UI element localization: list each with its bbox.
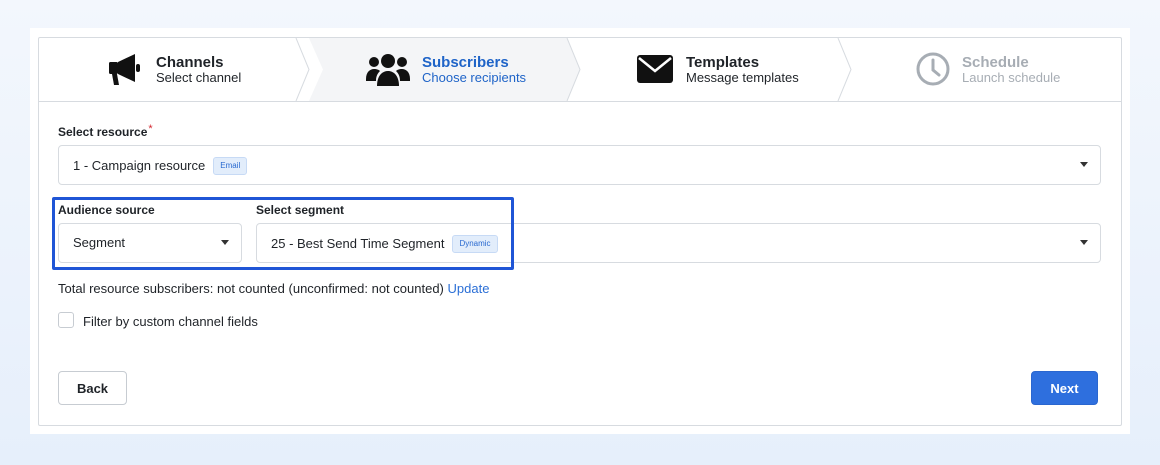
- caret-down-icon: [221, 240, 229, 245]
- segment-select-value: 25 - Best Send Time Segment Dynamic: [271, 235, 498, 253]
- caret-down-icon: [1080, 240, 1088, 245]
- filter-custom-fields-checkbox[interactable]: [58, 312, 74, 328]
- segment-select[interactable]: 25 - Best Send Time Segment Dynamic: [256, 223, 1101, 263]
- step-subscribers[interactable]: Subscribers Choose recipients: [309, 38, 594, 101]
- step-subtitle: Message templates: [686, 70, 799, 85]
- envelope-icon: [637, 55, 673, 88]
- step-subtitle: Choose recipients: [422, 70, 527, 85]
- audience-source-label: Audience source: [58, 203, 155, 217]
- step-subtitle: Launch schedule: [962, 70, 1061, 85]
- required-mark: *: [148, 123, 153, 135]
- megaphone-icon: [107, 52, 143, 93]
- filter-custom-fields-label[interactable]: Filter by custom channel fields: [83, 314, 258, 329]
- resource-label-text: Select resource: [58, 125, 148, 139]
- step-title: Schedule: [962, 54, 1029, 71]
- subscriber-count-text: Total resource subscribers: not counted …: [58, 281, 444, 296]
- back-button[interactable]: Back: [58, 371, 127, 405]
- resource-type-badge: Email: [213, 157, 248, 175]
- next-button[interactable]: Next: [1031, 371, 1098, 405]
- step-title: Channels: [156, 54, 224, 71]
- users-icon: [366, 53, 410, 92]
- resource-value-text: 1 - Campaign resource: [73, 158, 206, 173]
- step-title: Templates: [686, 54, 760, 71]
- update-link[interactable]: Update: [448, 281, 490, 296]
- caret-down-icon: [1080, 162, 1088, 167]
- audience-source-select[interactable]: Segment: [58, 223, 242, 263]
- segment-label: Select segment: [256, 203, 345, 217]
- resource-label: Select resource*: [58, 123, 153, 139]
- clock-icon: [915, 51, 951, 92]
- step-channels[interactable]: Channels Select channel: [39, 38, 323, 101]
- audience-source-value: Segment: [73, 235, 126, 250]
- step-title: Subscribers: [422, 54, 509, 71]
- resource-select[interactable]: 1 - Campaign resource Email: [58, 145, 1101, 185]
- step-separator: [295, 38, 323, 101]
- resource-select-value: 1 - Campaign resource Email: [73, 157, 248, 175]
- subscriber-count-info: Total resource subscribers: not counted …: [58, 281, 489, 296]
- wizard-stepper: Channels Select channel Subscribers Choo…: [39, 38, 1121, 102]
- step-schedule[interactable]: Schedule Launch schedule: [851, 38, 1121, 101]
- step-separator: [566, 38, 594, 101]
- step-subtitle: Select channel: [156, 70, 242, 85]
- step-separator: [837, 38, 865, 101]
- step-templates[interactable]: Templates Message templates: [580, 38, 865, 101]
- segment-type-badge: Dynamic: [452, 235, 498, 253]
- segment-value-text: 25 - Best Send Time Segment: [271, 236, 445, 251]
